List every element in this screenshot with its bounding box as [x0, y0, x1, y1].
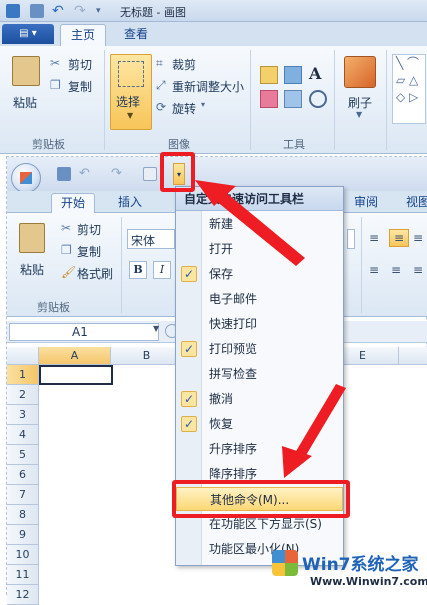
arrow-1-shaft [210, 186, 305, 266]
watermark: Win7系统之家 Www.Winwin7.com [270, 548, 427, 595]
arrow-2-shaft [292, 384, 346, 462]
windows-logo-icon [272, 550, 298, 576]
annotation-arrows [195, 180, 346, 478]
watermark-url: Www.Winwin7.com [310, 575, 427, 588]
watermark-brand: Win7系统之家 [302, 555, 419, 575]
